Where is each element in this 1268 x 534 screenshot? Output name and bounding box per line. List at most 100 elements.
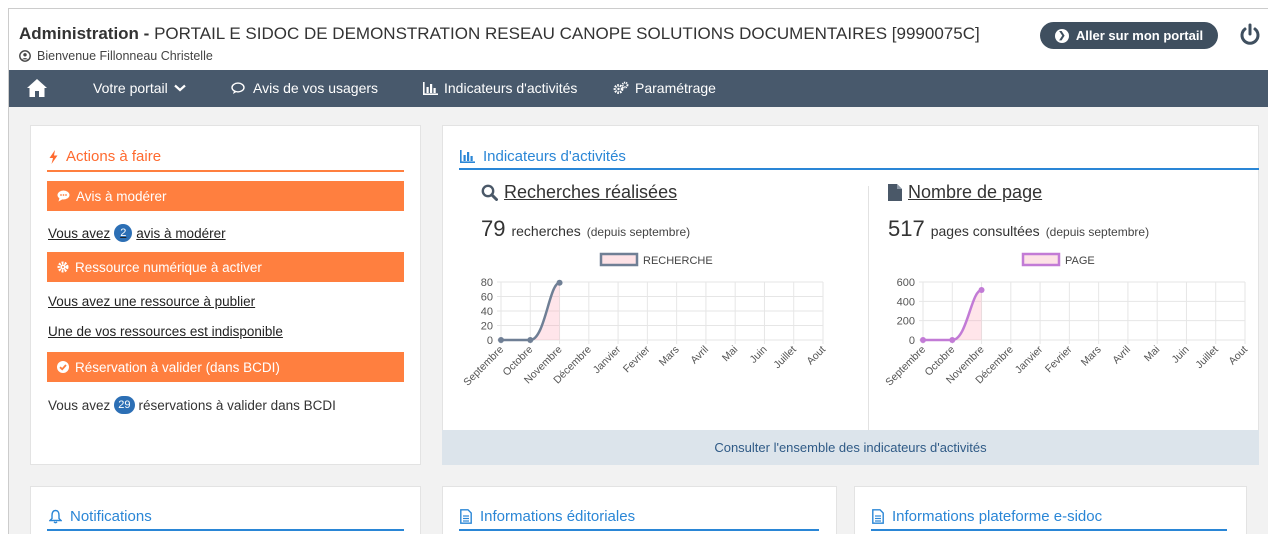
nav-item-reviews-label: Avis de vos usagers <box>253 80 379 96</box>
bolt-icon <box>49 149 58 164</box>
digital-resource-bar: Ressource numérique à activer <box>47 252 404 282</box>
moderate-count-badge: 2 <box>114 224 133 242</box>
y-tick-label: 200 <box>897 316 915 328</box>
x-tick-label: Septembre <box>883 344 928 389</box>
home-icon[interactable] <box>26 78 48 98</box>
moderate-reviews-bar: Avis à modérer <box>47 181 404 211</box>
x-tick-label: Mars <box>657 344 682 369</box>
gear-icon <box>57 261 69 273</box>
x-tick-label: Juillet <box>1193 344 1221 372</box>
x-tick-label: Avril <box>688 344 711 367</box>
main-nav: Votre portail Avis de vos usagers Indica… <box>9 70 1268 107</box>
x-tick-label: Septembre <box>461 344 506 389</box>
data-point <box>527 337 534 343</box>
comment-icon <box>57 190 70 202</box>
unavailable-resource-link[interactable]: Une de vos ressources est indisponible <box>48 324 283 339</box>
actions-rule <box>47 170 404 172</box>
nav-item-portal[interactable]: Votre portail <box>93 80 186 96</box>
searches-chart: RECHERCHE020406080SeptembreOctobreNovemb… <box>461 252 828 389</box>
editorial-heading: Informations éditoriales <box>460 508 635 525</box>
pages-chart: PAGE0200400600SeptembreOctobreNovembreDé… <box>883 252 1250 389</box>
gears-icon <box>613 81 629 94</box>
x-tick-label: Mars <box>1079 344 1104 369</box>
actions-heading: Actions à faire <box>49 148 161 165</box>
bar-chart-icon <box>460 150 475 163</box>
x-tick-label: Juin <box>747 344 769 366</box>
consult-indicators-link[interactable]: Consulter l'ensemble des indicateurs d'a… <box>442 430 1259 465</box>
reservations-post: réservations à valider dans BCDI <box>138 397 336 413</box>
notifications-heading: Notifications <box>49 508 152 525</box>
moderate-reviews-label: Avis à modérer <box>76 188 167 204</box>
document-icon <box>872 509 884 524</box>
data-point <box>556 279 563 286</box>
searches-count-word: recherches <box>511 223 581 239</box>
actions-panel: Actions à faire Avis à modérer Vous avez… <box>30 125 421 465</box>
x-tick-label: Janvier <box>1013 343 1046 376</box>
legend-swatch <box>599 252 639 267</box>
pages-count-since: (depuis septembre) <box>1045 225 1150 239</box>
portal-button[interactable]: ❯ Aller sur mon portail <box>1040 22 1218 49</box>
searches-title[interactable]: Recherches réalisées <box>481 182 677 203</box>
file-icon <box>888 184 902 201</box>
editorial-panel: Informations éditoriales <box>442 486 837 534</box>
actions-title: Actions à faire <box>66 148 162 165</box>
editorial-title: Informations éditoriales <box>480 508 636 525</box>
searches-count: 79 recherches (depuis septembre) <box>481 216 690 242</box>
pages-count-word: pages consultées <box>930 223 1040 239</box>
x-tick-label: Mai <box>1142 344 1162 364</box>
welcome-line: Bienvenue Fillonneau Christelle <box>19 49 213 63</box>
y-tick-label: 400 <box>897 296 915 308</box>
pages-title[interactable]: Nombre de page <box>888 182 1042 203</box>
indicators-rule <box>459 168 1259 170</box>
moderate-link-pre: Vous avez <box>48 225 111 241</box>
indicators-panel: Indicateurs d'activités Recherches réali… <box>442 125 1259 465</box>
title-rest: PORTAIL E SIDOC DE DEMONSTRATION RESEAU … <box>154 24 980 43</box>
searches-title-label: Recherches réalisées <box>504 182 678 202</box>
platform-panel: Informations plateforme e-sidoc <box>854 486 1247 534</box>
y-tick-label: 60 <box>481 292 493 304</box>
x-tick-label: Mai <box>720 344 740 364</box>
nav-item-settings[interactable]: Paramétrage <box>613 80 716 96</box>
nav-item-indicators[interactable]: Indicateurs d'activités <box>423 80 577 96</box>
nav-item-portal-label: Votre portail <box>93 80 168 96</box>
editorial-rule <box>459 529 819 531</box>
x-tick-label: Avril <box>1110 344 1133 367</box>
check-circle-icon <box>57 361 69 373</box>
comments-icon <box>231 81 245 94</box>
y-tick-label: 20 <box>481 321 493 333</box>
bell-icon <box>49 509 62 524</box>
nav-item-settings-label: Paramétrage <box>635 80 716 96</box>
y-tick-label: 0 <box>487 335 493 347</box>
power-icon[interactable] <box>1237 22 1263 48</box>
legend-label: PAGE <box>1065 255 1095 267</box>
pages-title-label: Nombre de page <box>908 182 1043 202</box>
x-tick-label: Juillet <box>771 344 799 372</box>
indicators-title: Indicateurs d'activités <box>483 148 626 165</box>
chevron-down-icon <box>173 84 186 92</box>
y-tick-label: 80 <box>481 277 493 289</box>
reservations-text: Vous avez 29 réservations à valider dans… <box>48 396 336 414</box>
legend-label: RECHERCHE <box>643 255 713 267</box>
reservation-label: Réservation à valider (dans BCDI) <box>75 359 280 375</box>
notifications-title: Notifications <box>70 508 152 525</box>
data-point <box>498 337 504 343</box>
publish-resource-link[interactable]: Vous avez une ressource à publier <box>48 294 255 309</box>
indicators-heading: Indicateurs d'activités <box>460 148 626 165</box>
platform-rule <box>871 529 1227 531</box>
reservation-bar: Réservation à valider (dans BCDI) <box>47 352 404 382</box>
x-tick-label: Fevrier <box>621 343 653 375</box>
moderate-reviews-link[interactable]: Vous avez 2 avis à modérer <box>48 224 226 242</box>
searches-count-number: 79 <box>481 216 506 241</box>
reservations-pre: Vous avez <box>48 397 111 413</box>
x-tick-label: Juin <box>1169 344 1191 366</box>
header: Administration - PORTAIL E SIDOC DE DEMO… <box>9 9 1268 70</box>
bar-chart-icon <box>423 81 438 95</box>
data-point <box>920 337 926 343</box>
x-tick-label: Janvier <box>591 343 624 376</box>
platform-title: Informations plateforme e-sidoc <box>892 508 1103 525</box>
searches-count-since: (depuis septembre) <box>586 225 691 239</box>
digital-resource-label: Ressource numérique à activer <box>75 259 262 275</box>
nav-item-reviews[interactable]: Avis de vos usagers <box>231 80 378 96</box>
pages-count-number: 517 <box>888 216 925 241</box>
document-icon <box>460 509 472 524</box>
